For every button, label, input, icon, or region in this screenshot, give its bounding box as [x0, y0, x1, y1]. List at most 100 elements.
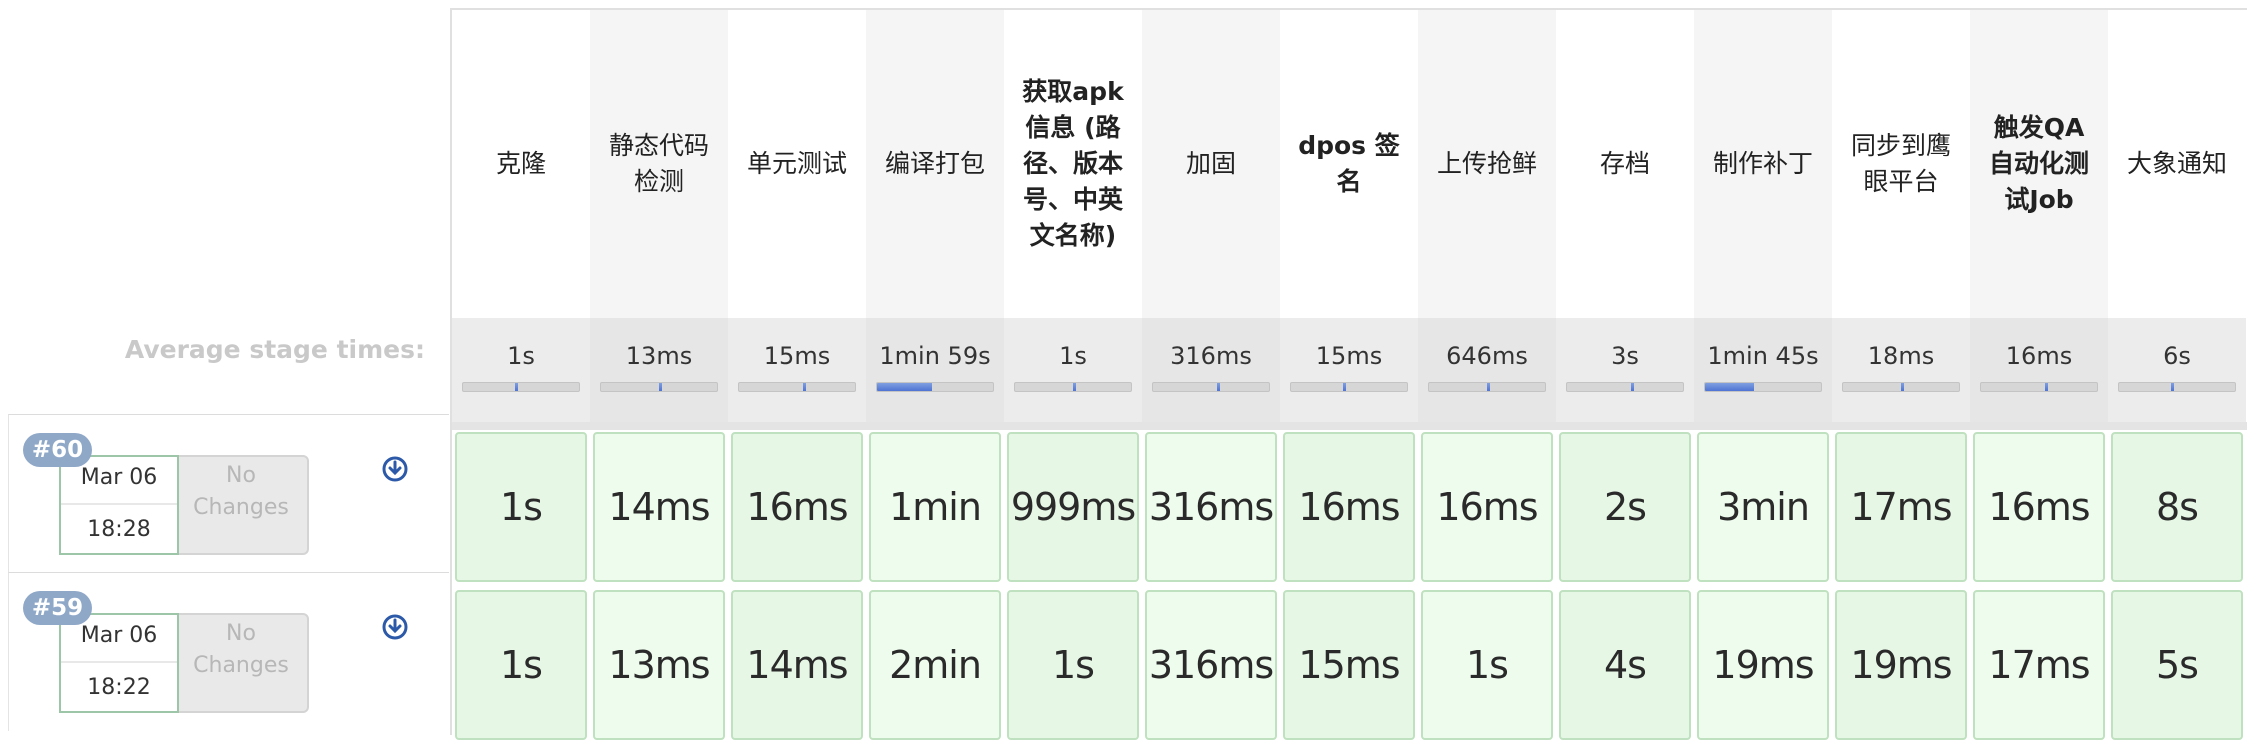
stage-average-bar-fill [515, 383, 519, 391]
stage-run-cell[interactable]: 13ms [593, 590, 725, 740]
stage-average-bar [1290, 382, 1408, 392]
stage-header: 触发QA自动化测试Job [1970, 10, 2108, 318]
stage-column: 同步到鹰眼平台 18ms 17ms 19ms [1832, 10, 1970, 740]
stage-run-cell[interactable]: 2min [869, 590, 1001, 740]
stage-average-time: 18ms [1867, 342, 1935, 370]
build-timestamp: Mar 06 18:22 [59, 613, 179, 713]
stage-average-time: 1s [1059, 342, 1087, 370]
stage-average-time: 1s [507, 342, 535, 370]
stage-average-bar [1980, 382, 2098, 392]
stage-run-cell[interactable]: 19ms [1697, 590, 1829, 740]
stage-average: 1min 59s [866, 318, 1004, 422]
stage-name: 存档 [1599, 149, 1650, 178]
stage-run-cell[interactable]: 2s [1559, 432, 1691, 582]
download-icon[interactable] [381, 613, 409, 641]
stage-name: dpos 签名 [1298, 131, 1400, 196]
stage-run-cell[interactable]: 17ms [1973, 590, 2105, 740]
stage-average-bar-fill [1487, 383, 1490, 391]
stage-run-cell[interactable]: 1min [869, 432, 1001, 582]
stage-run-cell[interactable]: 5s [2111, 590, 2243, 740]
stage-average-bar-fill [1901, 383, 1904, 391]
stage-average: 18ms [1832, 318, 1970, 422]
build-date: Mar 06 [80, 623, 158, 648]
stage-average: 6s [2108, 318, 2246, 422]
stage-average-bar-fill [1073, 383, 1076, 391]
stage-column: 获取apk 信息 (路径、版本号、中英文名称) 1s 999ms 1s [1004, 10, 1142, 740]
stage-run-cell[interactable]: 14ms [593, 432, 725, 582]
build-changes[interactable]: No Changes [173, 613, 309, 713]
stage-column: 单元测试 15ms 16ms 14ms [728, 10, 866, 740]
build-changes[interactable]: No Changes [173, 455, 309, 555]
stage-run-cell[interactable]: 14ms [731, 590, 863, 740]
build-number-badge[interactable]: #60 [23, 433, 92, 467]
stage-header: 获取apk 信息 (路径、版本号、中英文名称) [1004, 10, 1142, 318]
stage-average-time: 3s [1611, 342, 1639, 370]
stage-average: 1s [452, 318, 590, 422]
stage-header: 单元测试 [728, 10, 866, 318]
stage-column: 编译打包 1min 59s 1min 2min [866, 10, 1004, 740]
changes-label-line1: No [226, 463, 256, 488]
stage-run-cell[interactable]: 316ms [1145, 432, 1277, 582]
stage-column: 静态代码检测 13ms 14ms 13ms [590, 10, 728, 740]
stage-run-cell[interactable]: 16ms [731, 432, 863, 582]
stage-run-cell[interactable]: 999ms [1007, 432, 1139, 582]
stage-header: 加固 [1142, 10, 1280, 318]
stage-run-cell[interactable]: 1s [455, 590, 587, 740]
stage-average-time: 13ms [625, 342, 693, 370]
stage-average-bar [1704, 382, 1822, 392]
stage-average-time: 316ms [1170, 342, 1252, 370]
stage-average: 646ms [1418, 318, 1556, 422]
stage-name: 编译打包 [884, 149, 985, 178]
stage-average-bar [2118, 382, 2236, 392]
stage-run-cell[interactable]: 16ms [1421, 432, 1553, 582]
stage-average-bar-fill [2171, 383, 2175, 391]
stage-run-cell[interactable]: 1s [1007, 590, 1139, 740]
stage-run-cell[interactable]: 19ms [1835, 590, 1967, 740]
stage-average-time: 15ms [763, 342, 831, 370]
stage-average-time: 15ms [1315, 342, 1383, 370]
build-date: Mar 06 [80, 465, 158, 490]
build-row: #59 Mar 06 18:22 No Changes [8, 572, 449, 731]
stage-average-time: 6s [2163, 342, 2191, 370]
stage-run-cell[interactable]: 8s [2111, 432, 2243, 582]
download-icon[interactable] [381, 455, 409, 483]
stage-column: 触发QA自动化测试Job 16ms 16ms 17ms [1970, 10, 2108, 740]
stage-average-bar-fill [1705, 383, 1754, 391]
changes-label-line2: Changes [193, 653, 289, 678]
stage-header: 静态代码检测 [590, 10, 728, 318]
stage-average-bar [462, 382, 580, 392]
stage-name: 制作补丁 [1712, 149, 1813, 178]
stage-name: 同步到鹰眼平台 [1850, 131, 1951, 196]
stage-average-time: 646ms [1446, 342, 1528, 370]
average-stage-times-label: Average stage times: [124, 335, 425, 364]
stage-run-cell[interactable]: 17ms [1835, 432, 1967, 582]
changes-label-line1: No [226, 621, 256, 646]
stage-average-bar [1842, 382, 1960, 392]
stage-header: dpos 签名 [1280, 10, 1418, 318]
stage-header: 上传抢鲜 [1418, 10, 1556, 318]
stage-name: 单元测试 [746, 149, 847, 178]
stage-run-cell[interactable]: 4s [1559, 590, 1691, 740]
stage-average-bar [1566, 382, 1684, 392]
stage-run-cell[interactable]: 16ms [1283, 432, 1415, 582]
stage-average-bar [1014, 382, 1132, 392]
stage-average-bar-fill [659, 383, 662, 391]
stage-run-cell[interactable]: 15ms [1283, 590, 1415, 740]
stage-average: 316ms [1142, 318, 1280, 422]
stage-run-cell[interactable]: 316ms [1145, 590, 1277, 740]
stage-run-cell[interactable]: 3min [1697, 432, 1829, 582]
stage-column: 克隆 1s 1s 1s [452, 10, 590, 740]
changes-label-line2: Changes [193, 495, 289, 520]
stage-name: 静态代码检测 [608, 131, 709, 196]
stage-run-cell[interactable]: 1s [1421, 590, 1553, 740]
build-number-badge[interactable]: #59 [23, 591, 92, 625]
stage-column: 大象通知 6s 8s 5s [2108, 10, 2246, 740]
stage-run-cell[interactable]: 16ms [1973, 432, 2105, 582]
stage-average: 1min 45s [1694, 318, 1832, 422]
stage-name: 触发QA自动化测试Job [1988, 113, 2089, 214]
build-timestamp: Mar 06 18:28 [59, 455, 179, 555]
build-time: 18:22 [87, 675, 151, 700]
stage-run-cell[interactable]: 1s [455, 432, 587, 582]
stage-header: 制作补丁 [1694, 10, 1832, 318]
stage-column: dpos 签名 15ms 16ms 15ms [1280, 10, 1418, 740]
